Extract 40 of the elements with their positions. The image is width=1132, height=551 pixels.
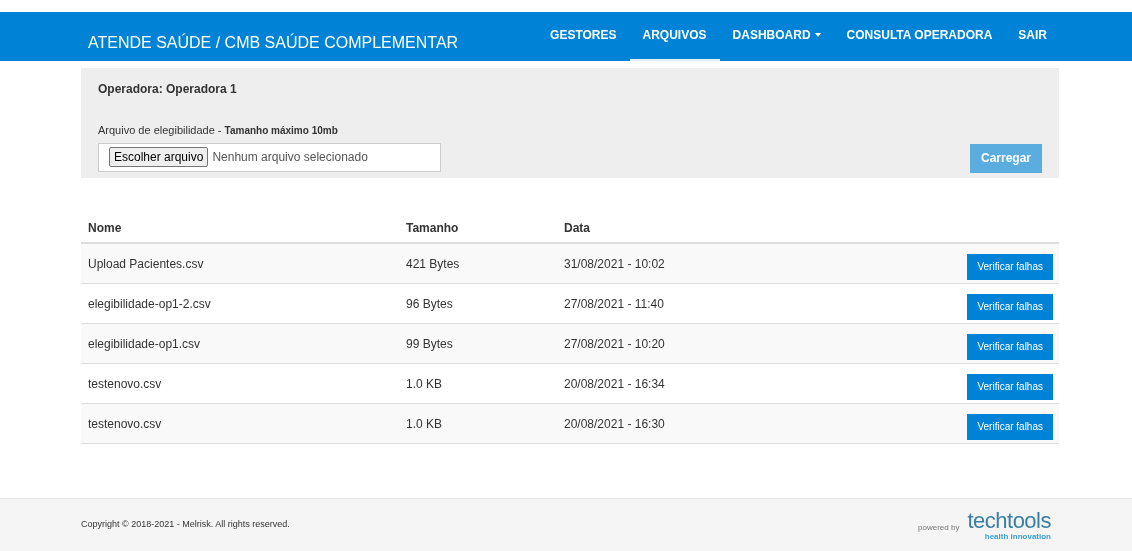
file-status: Nenhum arquivo selecionado bbox=[212, 149, 368, 166]
nav-link[interactable]: GESTORES bbox=[537, 12, 630, 61]
date-cell-text: 20/08/2021 - 16:30 bbox=[564, 415, 665, 433]
verify-failures-button[interactable]: Verificar falhas bbox=[967, 373, 1053, 400]
file-name-cell-text: Upload Pacientes.csv bbox=[87, 255, 205, 273]
size-cell-text: 1.0 KB bbox=[406, 375, 444, 393]
copyright-text: Copyright © 2018-2021 - Melrisk. All rights reserved. bbox=[81, 518, 290, 532]
size-cell-text: 99 Bytes bbox=[406, 335, 454, 353]
logo: techtools bbox=[967, 509, 1051, 532]
brand-title[interactable]: ATENDE SAÚDE / CMB SAÚDE COMPLEMENTAR bbox=[88, 30, 459, 55]
upload-button[interactable]: Carregar bbox=[969, 143, 1042, 173]
file-name-cell-text: testenovo.csv bbox=[87, 375, 163, 393]
caret-icon bbox=[814, 32, 821, 37]
file-name-cell-text: elegibilidade-op1-2.csv bbox=[87, 295, 212, 313]
nav-link[interactable]: SAIR bbox=[1005, 12, 1060, 61]
nav-link[interactable]: CONSULTA OPERADORA bbox=[833, 12, 1006, 61]
column-header: Tamanho bbox=[406, 220, 460, 237]
column-header: Data bbox=[564, 220, 590, 237]
file-input[interactable]: Escolher arquivo Nenhum arquivo selecionado bbox=[98, 142, 441, 172]
date-cell-text: 20/08/2021 - 16:34 bbox=[564, 375, 665, 393]
logo-tagline: health innovation bbox=[984, 531, 1051, 541]
file-name-cell-text: testenovo.csv bbox=[87, 415, 163, 433]
verify-failures-button[interactable]: Verificar falhas bbox=[967, 253, 1053, 280]
date-cell-text: 31/08/2021 - 10:02 bbox=[564, 255, 665, 273]
nav-link[interactable]: DASHBOARD bbox=[719, 12, 834, 61]
verify-failures-button[interactable]: Verificar falhas bbox=[967, 413, 1053, 440]
file-name-cell-text: elegibilidade-op1.csv bbox=[87, 335, 202, 353]
column-header: Nome bbox=[87, 220, 123, 237]
date-cell-text: 27/08/2021 - 10:20 bbox=[564, 335, 665, 353]
choose-file-button[interactable]: Escolher arquivo bbox=[109, 147, 209, 167]
file-label: Arquivo de elegibilidade - Tamanho máximo 10mb bbox=[98, 123, 339, 138]
size-cell-text: 96 Bytes bbox=[406, 295, 454, 313]
verify-failures-button[interactable]: Verificar falhas bbox=[967, 333, 1053, 360]
nav-link[interactable]: ARQUIVOS bbox=[629, 12, 720, 61]
size-cell-text: 1.0 KB bbox=[406, 415, 444, 433]
powered-by-text: powered by bbox=[918, 522, 960, 534]
date-cell-text: 27/08/2021 - 11:40 bbox=[564, 295, 664, 313]
verify-failures-button[interactable]: Verificar falhas bbox=[967, 293, 1053, 320]
size-cell-text: 421 Bytes bbox=[406, 255, 461, 273]
operator-label: Operadora: Operadora 1 bbox=[98, 81, 238, 98]
